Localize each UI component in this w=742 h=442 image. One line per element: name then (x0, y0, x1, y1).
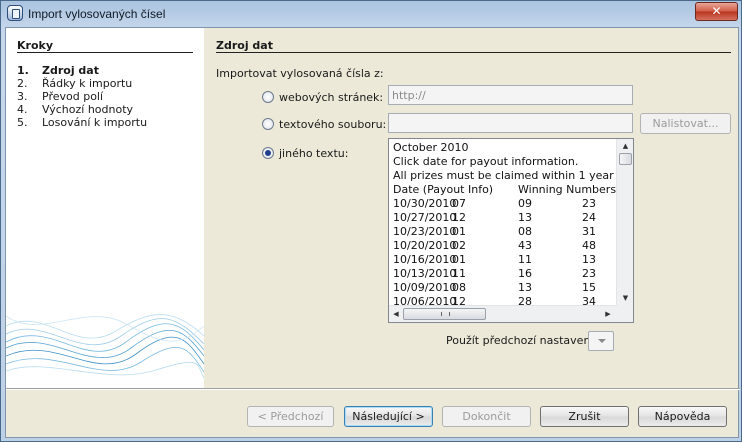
next-button[interactable]: Následující > (344, 406, 433, 427)
url-field[interactable] (388, 85, 633, 105)
steps-divider (17, 52, 193, 53)
window-title: Import vylosovaných čísel (28, 7, 166, 21)
result-cell: 10/20/2010 (393, 239, 457, 252)
app-icon (7, 5, 23, 21)
step-label: Zdroj dat (42, 64, 99, 77)
result-cell: 13 (518, 211, 532, 224)
radio-text-label: jiného textu: (279, 146, 349, 160)
previous-settings-label: Použít předchozí nastavení: (446, 334, 598, 347)
step-label: Výchozí hodnoty (42, 103, 134, 116)
radio-web-option[interactable]: webových stránek: (262, 89, 383, 105)
form-panel: Zdroj dat Importovat vylosovaná čísla z:… (204, 28, 740, 388)
step-label: Losování k importu (42, 116, 148, 129)
result-cell: 13 (518, 281, 532, 294)
horizontal-scroll-thumb[interactable] (403, 308, 486, 320)
result-cell: 16 (518, 267, 532, 280)
text-area-content[interactable]: October 2010 Click date for payout infor… (389, 139, 616, 305)
cancel-button[interactable]: Zrušit (540, 406, 629, 427)
scroll-corner (616, 305, 633, 322)
radio-file-option[interactable]: textového souboru: (262, 116, 386, 132)
result-cell: 23 (582, 197, 596, 210)
vertical-scrollbar[interactable]: ▲ ▼ (616, 139, 633, 305)
steps-title: Kroky (17, 39, 53, 52)
scroll-up-icon[interactable]: ▲ (617, 139, 633, 153)
result-cell: 10/16/2010 (393, 253, 457, 266)
text-line: All prizes must be claimed within 1 year… (393, 169, 616, 182)
section-divider (216, 52, 731, 53)
dialog-body: Kroky 1. Zdroj dat 2. Řádky k importu 3. Př… (5, 27, 740, 438)
text-line: October 2010 (393, 141, 469, 154)
result-cell: 24 (582, 211, 596, 224)
vertical-scroll-thumb[interactable] (619, 153, 632, 165)
result-cell: 09 (518, 197, 532, 210)
result-cell: 02 (452, 239, 466, 252)
result-cell: 08 (518, 225, 532, 238)
radio-file[interactable] (262, 118, 274, 130)
result-cell: 15 (582, 281, 596, 294)
close-button[interactable]: ✕ (695, 2, 738, 21)
text-header-date: Date (Payout Info) (393, 183, 494, 196)
result-cell: 07 (452, 197, 466, 210)
step-number: 1. (17, 64, 29, 77)
browse-button[interactable]: Nalistovat... (640, 113, 731, 134)
radio-web[interactable] (262, 91, 274, 103)
back-button[interactable]: < Předchozí (247, 406, 334, 427)
step-item-rows: 2. Řádky k importu (17, 77, 147, 90)
result-cell: 10/30/2010 (393, 197, 457, 210)
scroll-left-icon[interactable]: ◀ (389, 306, 403, 322)
import-prompt: Importovat vylosovaná čísla z: (216, 67, 384, 80)
result-cell: 43 (518, 239, 532, 252)
step-item-draws: 5. Losování k importu (17, 116, 147, 129)
steps-list: 1. Zdroj dat 2. Řádky k importu 3. Převod p… (17, 64, 147, 129)
result-cell: 31 (582, 225, 596, 238)
result-cell: 08 (452, 281, 466, 294)
result-cell: 10/09/2010 (393, 281, 457, 294)
result-cell: 12 (452, 211, 466, 224)
scroll-right-icon[interactable]: ▶ (601, 306, 615, 322)
close-icon: ✕ (711, 4, 722, 18)
result-cell: 11 (452, 267, 466, 280)
result-cell: 12 (452, 295, 466, 305)
radio-web-label: webových stránek: (279, 90, 384, 104)
footer-divider-highlight (6, 389, 740, 390)
step-label: Řádky k importu (42, 77, 133, 90)
result-cell: 28 (518, 295, 532, 305)
radio-text-option[interactable]: jiného textu: (262, 145, 348, 161)
result-cell: 11 (518, 253, 532, 266)
result-cell: 01 (452, 253, 466, 266)
step-number: 2. (17, 77, 28, 90)
step-number: 4. (17, 103, 28, 116)
help-button[interactable]: Nápověda (638, 406, 727, 427)
radio-file-label: textového souboru: (279, 117, 387, 131)
step-item-field-conversion: 3. Převod polí (17, 90, 147, 103)
text-line: Click date for payout information. (393, 155, 579, 168)
step-item-defaults: 4. Výchozí hodnoty (17, 103, 147, 116)
result-cell: 48 (582, 239, 596, 252)
result-cell: 10/27/2010 (393, 211, 457, 224)
scroll-down-icon[interactable]: ▼ (617, 291, 633, 305)
text-header-numbers: Winning Numbers Dr (518, 183, 616, 196)
file-path-field[interactable] (388, 113, 633, 133)
step-item-source: 1. Zdroj dat (17, 64, 147, 77)
text-input-area[interactable]: October 2010 Click date for payout infor… (388, 138, 634, 323)
result-cell: 10/13/2010 (393, 267, 457, 280)
section-title: Zdroj dat (216, 39, 273, 52)
horizontal-scrollbar[interactable]: ◀ ▶ (389, 305, 616, 322)
result-cell: 34 (582, 295, 596, 305)
result-cell: 10/06/2010 (393, 295, 457, 305)
result-cell: 01 (452, 225, 466, 238)
decorative-wave-image (6, 314, 204, 379)
step-number: 5. (17, 116, 28, 129)
finish-button[interactable]: Dokončit (442, 406, 531, 427)
result-cell: 10/23/2010 (393, 225, 457, 238)
result-cell: 23 (582, 267, 596, 280)
step-number: 3. (17, 90, 28, 103)
import-dialog: Import vylosovaných čísel ✕ Kroky 1. Zdro… (0, 0, 742, 442)
previous-settings-dropdown[interactable] (588, 331, 614, 351)
radio-text[interactable] (262, 147, 274, 159)
title-bar[interactable]: Import vylosovaných čísel ✕ (1, 1, 741, 27)
steps-panel: Kroky 1. Zdroj dat 2. Řádky k importu 3. Př… (6, 28, 204, 388)
step-label: Převod polí (42, 90, 104, 103)
result-cell: 13 (582, 253, 596, 266)
